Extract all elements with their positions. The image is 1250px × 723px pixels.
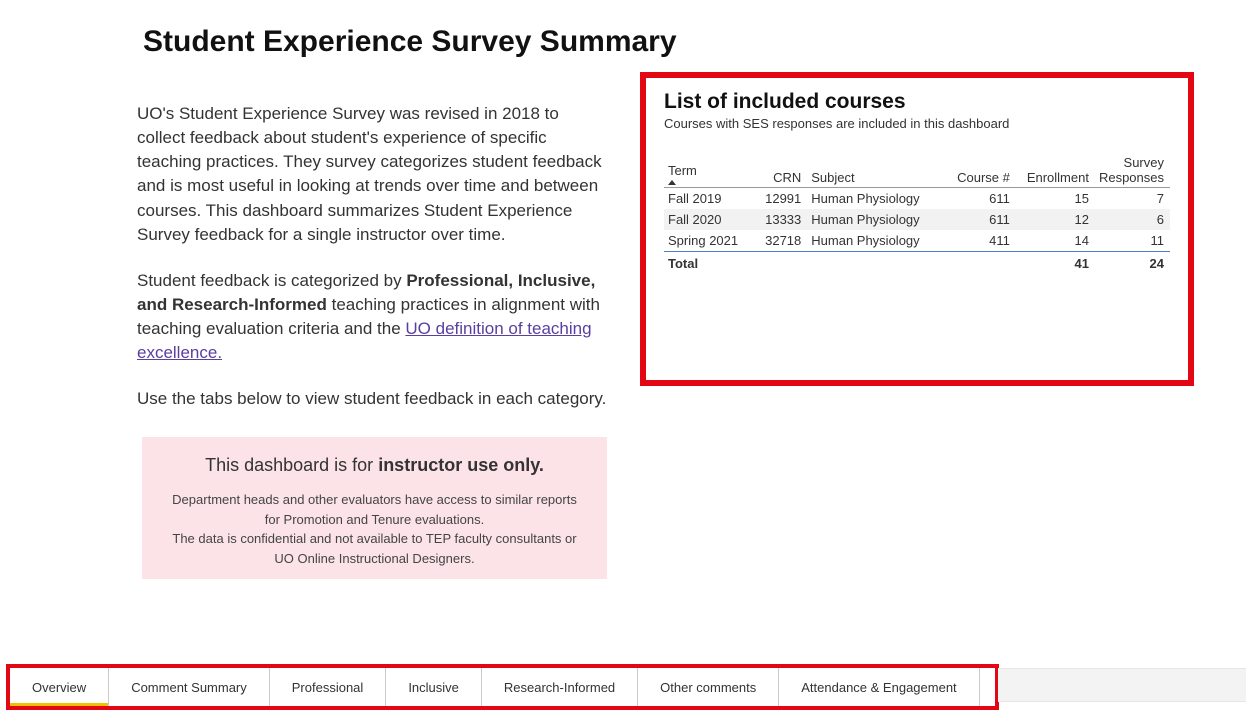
sort-asc-icon [668, 180, 676, 185]
col-term-label: Term [668, 163, 697, 178]
cell-subject: Human Physiology [807, 230, 948, 252]
tab-other-comments[interactable]: Other comments [638, 668, 779, 706]
instructor-notice: This dashboard is for instructor use onl… [142, 437, 607, 579]
intro-paragraph-3: Use the tabs below to view student feedb… [137, 387, 609, 411]
tab-professional[interactable]: Professional [270, 668, 387, 706]
col-term[interactable]: Term [664, 151, 749, 188]
table-row: Fall 2020 13333 Human Physiology 611 12 … [664, 209, 1170, 230]
intro-paragraph-1: UO's Student Experience Survey was revis… [137, 102, 609, 247]
cell-enrollment: 12 [1016, 209, 1095, 230]
tabs-container: OverviewComment SummaryProfessionalInclu… [6, 664, 999, 710]
cell-course: 411 [948, 230, 1016, 252]
cell-crn: 13333 [749, 209, 807, 230]
notice-title: This dashboard is for instructor use onl… [166, 455, 583, 476]
tab-research-informed[interactable]: Research-Informed [482, 668, 638, 706]
cell-course: 611 [948, 188, 1016, 210]
cell-term: Fall 2020 [664, 209, 749, 230]
included-courses-panel: List of included courses Courses with SE… [640, 72, 1194, 386]
col-enrollment[interactable]: Enrollment [1016, 151, 1095, 188]
courses-table: Term CRN Subject Course # Enrollment Sur… [664, 151, 1170, 274]
table-total-row: Total 41 24 [664, 252, 1170, 275]
notice-line-1: Department heads and other evaluators ha… [172, 492, 577, 527]
cell-enrollment: 14 [1016, 230, 1095, 252]
cell-responses: 6 [1095, 209, 1170, 230]
intro-text-block: UO's Student Experience Survey was revis… [137, 102, 609, 433]
notice-title-pre: This dashboard is for [205, 455, 378, 475]
courses-panel-subtitle: Courses with SES responses are included … [664, 116, 1170, 131]
cell-responses: 11 [1095, 230, 1170, 252]
table-header-row: Term CRN Subject Course # Enrollment Sur… [664, 151, 1170, 188]
notice-line-2: The data is confidential and not availab… [172, 531, 576, 566]
tab-overview[interactable]: Overview [10, 668, 109, 706]
cell-responses: 7 [1095, 188, 1170, 210]
notice-title-bold: instructor use only. [378, 455, 544, 475]
intro-p2-pre: Student feedback is categorized by [137, 271, 406, 290]
total-enrollment: 41 [1016, 252, 1095, 275]
cell-subject: Human Physiology [807, 209, 948, 230]
cell-crn: 12991 [749, 188, 807, 210]
col-course-no[interactable]: Course # [948, 151, 1016, 188]
cell-subject: Human Physiology [807, 188, 948, 210]
col-subject[interactable]: Subject [807, 151, 948, 188]
cell-term: Fall 2019 [664, 188, 749, 210]
notice-body: Department heads and other evaluators ha… [166, 490, 583, 568]
col-crn[interactable]: CRN [749, 151, 807, 188]
cell-crn: 32718 [749, 230, 807, 252]
total-responses: 24 [1095, 252, 1170, 275]
tab-comment-summary[interactable]: Comment Summary [109, 668, 270, 706]
total-label: Total [664, 252, 749, 275]
tab-bar-extension [998, 668, 1246, 702]
col-responses[interactable]: Survey Responses [1095, 151, 1170, 188]
tab-attendance-engagement[interactable]: Attendance & Engagement [779, 668, 979, 706]
cell-course: 611 [948, 209, 1016, 230]
courses-panel-title: List of included courses [664, 90, 1170, 114]
table-row: Fall 2019 12991 Human Physiology 611 15 … [664, 188, 1170, 210]
intro-paragraph-2: Student feedback is categorized by Profe… [137, 269, 609, 366]
cell-enrollment: 15 [1016, 188, 1095, 210]
table-row: Spring 2021 32718 Human Physiology 411 1… [664, 230, 1170, 252]
tab-inclusive[interactable]: Inclusive [386, 668, 482, 706]
cell-term: Spring 2021 [664, 230, 749, 252]
page-title: Student Experience Survey Summary [143, 25, 677, 59]
